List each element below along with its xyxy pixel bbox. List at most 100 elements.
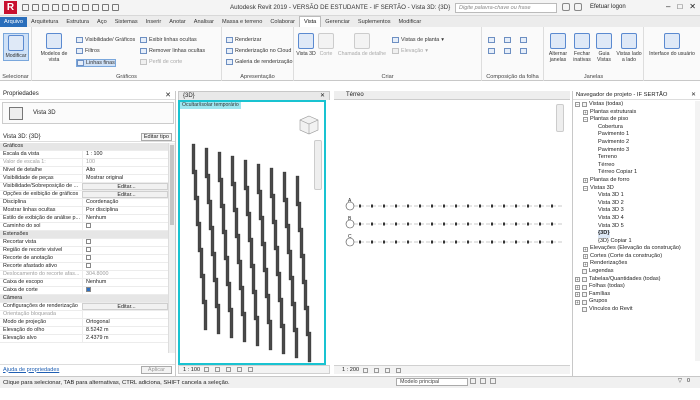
tree-item[interactable]: Vista 3D 2	[573, 200, 700, 208]
plan-column[interactable]	[383, 204, 385, 208]
column-15[interactable]	[271, 193, 276, 225]
model-selector[interactable]: Modelo principal	[396, 378, 468, 386]
column-2[interactable]	[217, 151, 222, 183]
sheet-tool-2[interactable]	[504, 37, 511, 43]
view3d-scale[interactable]: 1 : 100	[183, 367, 200, 373]
print-icon[interactable]	[62, 4, 69, 11]
tree-item[interactable]: + Elevações (Elevação da construção)	[573, 245, 700, 253]
remove-hidden-lines-button[interactable]: Remover linhas ocultas	[140, 48, 205, 54]
shadows-icon[interactable]	[237, 367, 243, 372]
tab-6[interactable]: Anotar	[165, 17, 189, 27]
plan-column[interactable]	[491, 204, 493, 208]
type-selector[interactable]: Vista 3D	[2, 102, 174, 124]
sheet-tool-1[interactable]	[488, 37, 495, 43]
render-button[interactable]: Renderizar	[226, 37, 261, 43]
plan-column[interactable]	[455, 204, 457, 208]
tree-item[interactable]: + Plantas estruturais	[573, 109, 700, 117]
column-27[interactable]	[197, 221, 202, 253]
section-icon[interactable]	[102, 4, 109, 11]
tree-item[interactable]: − Vistas (todas)	[573, 101, 700, 109]
expand-icon[interactable]: +	[575, 292, 580, 298]
column-43[interactable]	[290, 275, 295, 307]
tab-7[interactable]: Analisar	[190, 17, 218, 27]
column-22[interactable]	[247, 211, 252, 243]
property-edit-button[interactable]: Editar...	[82, 303, 168, 310]
visual-style-icon[interactable]	[374, 367, 380, 373]
property-value[interactable]: Alto	[82, 167, 168, 174]
expand-icon[interactable]: +	[583, 178, 588, 184]
plan-column[interactable]	[443, 204, 445, 208]
plan-column[interactable]	[431, 222, 433, 226]
collapse-icon[interactable]: −	[583, 117, 588, 123]
view3d-button[interactable]: Vista 3D	[296, 33, 316, 57]
expand-icon[interactable]: +	[575, 284, 580, 290]
property-value[interactable]: Mostrar original	[82, 175, 168, 182]
maximize-icon[interactable]: □	[677, 2, 682, 11]
tab-0[interactable]: Arquivo	[0, 17, 27, 27]
plan-column[interactable]	[551, 240, 553, 244]
column-25[interactable]	[286, 223, 291, 255]
plan-column[interactable]	[431, 204, 433, 208]
property-checkbox[interactable]	[86, 223, 91, 228]
tab-3[interactable]: Aço	[93, 17, 111, 27]
tree-item[interactable]: Cobertura	[573, 124, 700, 132]
tree-item[interactable]: Pavimento 2	[573, 139, 700, 147]
column-42[interactable]	[277, 271, 282, 303]
plan-column[interactable]	[491, 222, 493, 226]
tab-9[interactable]: Colaborar	[266, 17, 299, 27]
user-login[interactable]: Efetuar logon	[590, 4, 626, 10]
tree-item[interactable]: Vista 3D 5	[573, 223, 700, 231]
column-51[interactable]	[279, 297, 284, 329]
scroll-thumb[interactable]	[170, 145, 174, 225]
show-hidden-lines-button[interactable]: Exibir linhas ocultas	[140, 37, 197, 43]
properties-help-link[interactable]: Ajuda de propriedades	[3, 367, 59, 373]
close-icon[interactable]: ✕	[165, 91, 171, 99]
column-3[interactable]	[230, 155, 235, 187]
tab-2[interactable]: Estrutura	[62, 17, 93, 27]
column-39[interactable]	[238, 259, 243, 291]
plan-column[interactable]	[395, 204, 397, 208]
property-value[interactable]: Nenhum	[82, 279, 168, 286]
column-30[interactable]	[236, 233, 241, 265]
tree-item[interactable]: + Famílias	[573, 291, 700, 299]
column-29[interactable]	[223, 229, 228, 261]
properties-scrollbar[interactable]	[168, 143, 175, 353]
collapse-icon[interactable]: −	[575, 102, 580, 108]
plan-column[interactable]	[443, 240, 445, 244]
filters-button[interactable]: Filtros	[76, 48, 100, 54]
column-57[interactable]	[242, 311, 247, 343]
close-inactive-button[interactable]: Fechar inativas	[571, 33, 593, 63]
render-gallery-button[interactable]: Galeria de renderização	[226, 59, 293, 65]
plan-column[interactable]	[527, 240, 529, 244]
sun-path-icon[interactable]	[385, 367, 391, 373]
column-14[interactable]	[258, 189, 263, 221]
tree-item[interactable]: Vista 3D 4	[573, 215, 700, 223]
plan-column[interactable]	[539, 240, 541, 244]
tile-views-button[interactable]: Vistas lado a lado	[615, 33, 643, 63]
user-interface-button[interactable]: Interface do usuário	[648, 33, 696, 57]
plan-column[interactable]	[503, 204, 505, 208]
plan-column[interactable]	[455, 240, 457, 244]
project-browser-scrollbar[interactable]	[695, 101, 700, 361]
expand-icon[interactable]: +	[575, 299, 580, 305]
column-34[interactable]	[288, 249, 293, 281]
callout-button[interactable]: Chamada de detalhe	[336, 33, 388, 57]
plan-column[interactable]	[395, 222, 397, 226]
column-56[interactable]	[229, 307, 234, 339]
column-41[interactable]	[264, 267, 269, 299]
elevation-button[interactable]: Elevação ▾	[392, 48, 428, 54]
star-icon[interactable]	[574, 3, 582, 11]
column-8[interactable]	[295, 175, 300, 207]
column-10[interactable]	[206, 173, 211, 205]
plan-column[interactable]	[539, 204, 541, 208]
modify-button[interactable]: Modificar	[3, 33, 29, 61]
column-50[interactable]	[266, 293, 271, 325]
tree-item[interactable]: Vínculos do Revit	[573, 306, 700, 314]
view-templates-button[interactable]: Modelos de vista	[38, 33, 70, 63]
property-checkbox[interactable]	[86, 263, 91, 268]
editable-only-icon[interactable]	[490, 378, 496, 384]
column-13[interactable]	[245, 185, 250, 217]
help-search-input[interactable]: Digite palavra-chave ou frase	[455, 3, 557, 13]
tree-item[interactable]: {3D} Copiar 1	[573, 238, 700, 246]
column-21[interactable]	[234, 207, 239, 239]
